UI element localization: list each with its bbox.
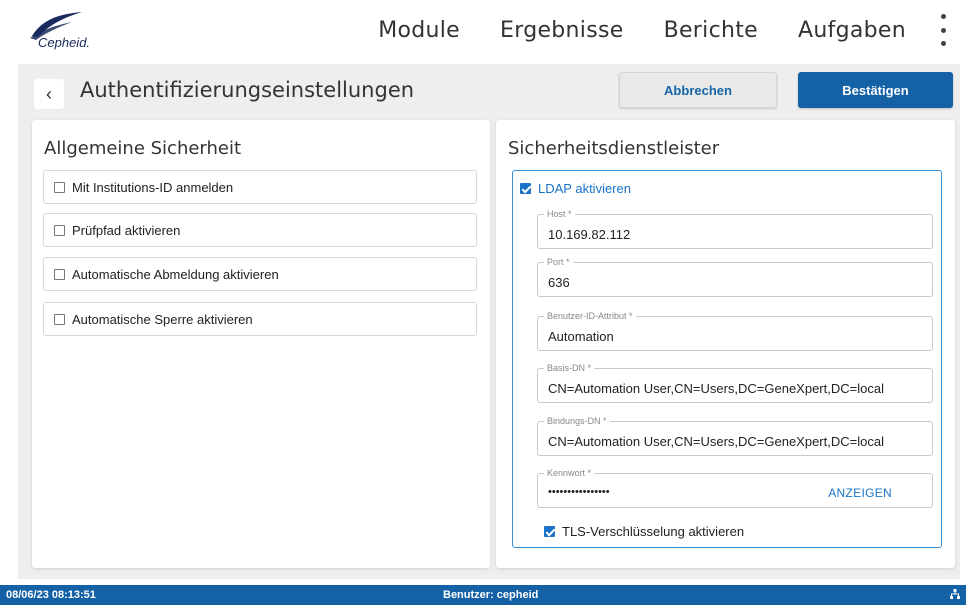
general-security-title: Allgemeine Sicherheit [44,138,242,159]
base-dn-label: Basis-DN * [544,363,595,373]
checkbox[interactable] [54,268,65,280]
nav-item-module[interactable]: Module [378,18,460,43]
confirm-button[interactable]: Bestätigen [798,72,953,108]
checkbox[interactable] [54,181,65,193]
nav-item-aufgaben[interactable]: Aufgaben [798,18,906,43]
user-id-attribute-field[interactable]: Benutzer-ID-Attribut * Automation [537,311,933,351]
host-label: Host * [544,209,575,219]
main-content: ‹ Authentifizierungseinstellungen Abbrec… [18,64,960,579]
tls-checkbox[interactable] [544,526,555,537]
general-security-panel: Allgemeine Sicherheit Mit Institutions-I… [32,120,490,568]
page-title: Authentifizierungseinstellungen [80,78,415,102]
host-value[interactable]: 10.169.82.112 [548,227,928,242]
security-provider-title: Sicherheitsdienstleister [508,138,720,159]
tls-enable-option[interactable]: TLS-Verschlüsselung aktivieren [544,524,744,539]
security-provider-panel: Sicherheitsdienstleister LDAP aktivieren… [496,120,955,568]
option-label: Automatische Sperre aktivieren [72,311,253,327]
bind-dn-field[interactable]: Bindungs-DN * CN=Automation User,CN=User… [537,416,933,456]
option-audit-trail[interactable]: Prüfpfad aktivieren [43,213,477,247]
checkbox[interactable] [54,313,65,325]
status-user: Benutzer: cepheid [443,589,539,601]
host-field[interactable]: Host * 10.169.82.112 [537,209,933,249]
option-auto-logout[interactable]: Automatische Abmeldung aktivieren [43,257,477,291]
option-auto-lock[interactable]: Automatische Sperre aktivieren [43,302,477,336]
main-nav: Module Ergebnisse Berichte Aufgaben [378,18,906,43]
ldap-enable-option[interactable]: LDAP aktivieren [520,181,631,196]
status-datetime: 08/06/23 08:13:51 [6,589,96,601]
option-label: Prüfpfad aktivieren [72,222,181,238]
option-label: Mit Institutions-ID anmelden [72,179,234,195]
bind-dn-value[interactable]: CN=Automation User,CN=Users,DC=GeneXpert… [548,434,928,449]
bind-dn-label: Bindungs-DN * [544,416,610,426]
port-label: Port * [544,257,573,267]
base-dn-value[interactable]: CN=Automation User,CN=Users,DC=GeneXpert… [548,381,928,396]
password-label: Kennwort * [544,468,595,478]
nav-item-berichte[interactable]: Berichte [664,18,758,43]
ldap-label: LDAP aktivieren [538,181,631,196]
cepheid-logo: Cepheid. [28,10,118,50]
cancel-button[interactable]: Abbrechen [619,72,777,108]
password-field[interactable]: Kennwort * •••••••••••••••• ANZEIGEN [537,468,933,508]
top-navigation-bar: Cepheid. Module Ergebnisse Berichte Aufg… [0,0,966,64]
network-icon [950,589,960,602]
port-value[interactable]: 636 [548,275,928,290]
ldap-checkbox[interactable] [520,183,531,194]
tls-label: TLS-Verschlüsselung aktivieren [562,524,745,539]
status-bar: 08/06/23 08:13:51 Benutzer: cepheid [0,585,966,605]
back-button[interactable]: ‹ [34,79,64,109]
user-id-attribute-value[interactable]: Automation [548,329,928,344]
show-password-button[interactable]: ANZEIGEN [828,486,892,500]
page-header: ‹ Authentifizierungseinstellungen Abbrec… [18,64,960,116]
base-dn-field[interactable]: Basis-DN * CN=Automation User,CN=Users,D… [537,363,933,403]
option-label: Automatische Abmeldung aktivieren [72,266,279,282]
ldap-settings-box: LDAP aktivieren Host * 10.169.82.112 Por… [512,170,942,548]
checkbox[interactable] [54,224,65,236]
more-menu-icon[interactable] [938,14,948,46]
logo-text: Cepheid. [38,35,91,50]
nav-item-ergebnisse[interactable]: Ergebnisse [500,18,624,43]
user-id-attribute-label: Benutzer-ID-Attribut * [544,311,636,321]
port-field[interactable]: Port * 636 [537,257,933,297]
option-institution-id[interactable]: Mit Institutions-ID anmelden [43,170,477,204]
